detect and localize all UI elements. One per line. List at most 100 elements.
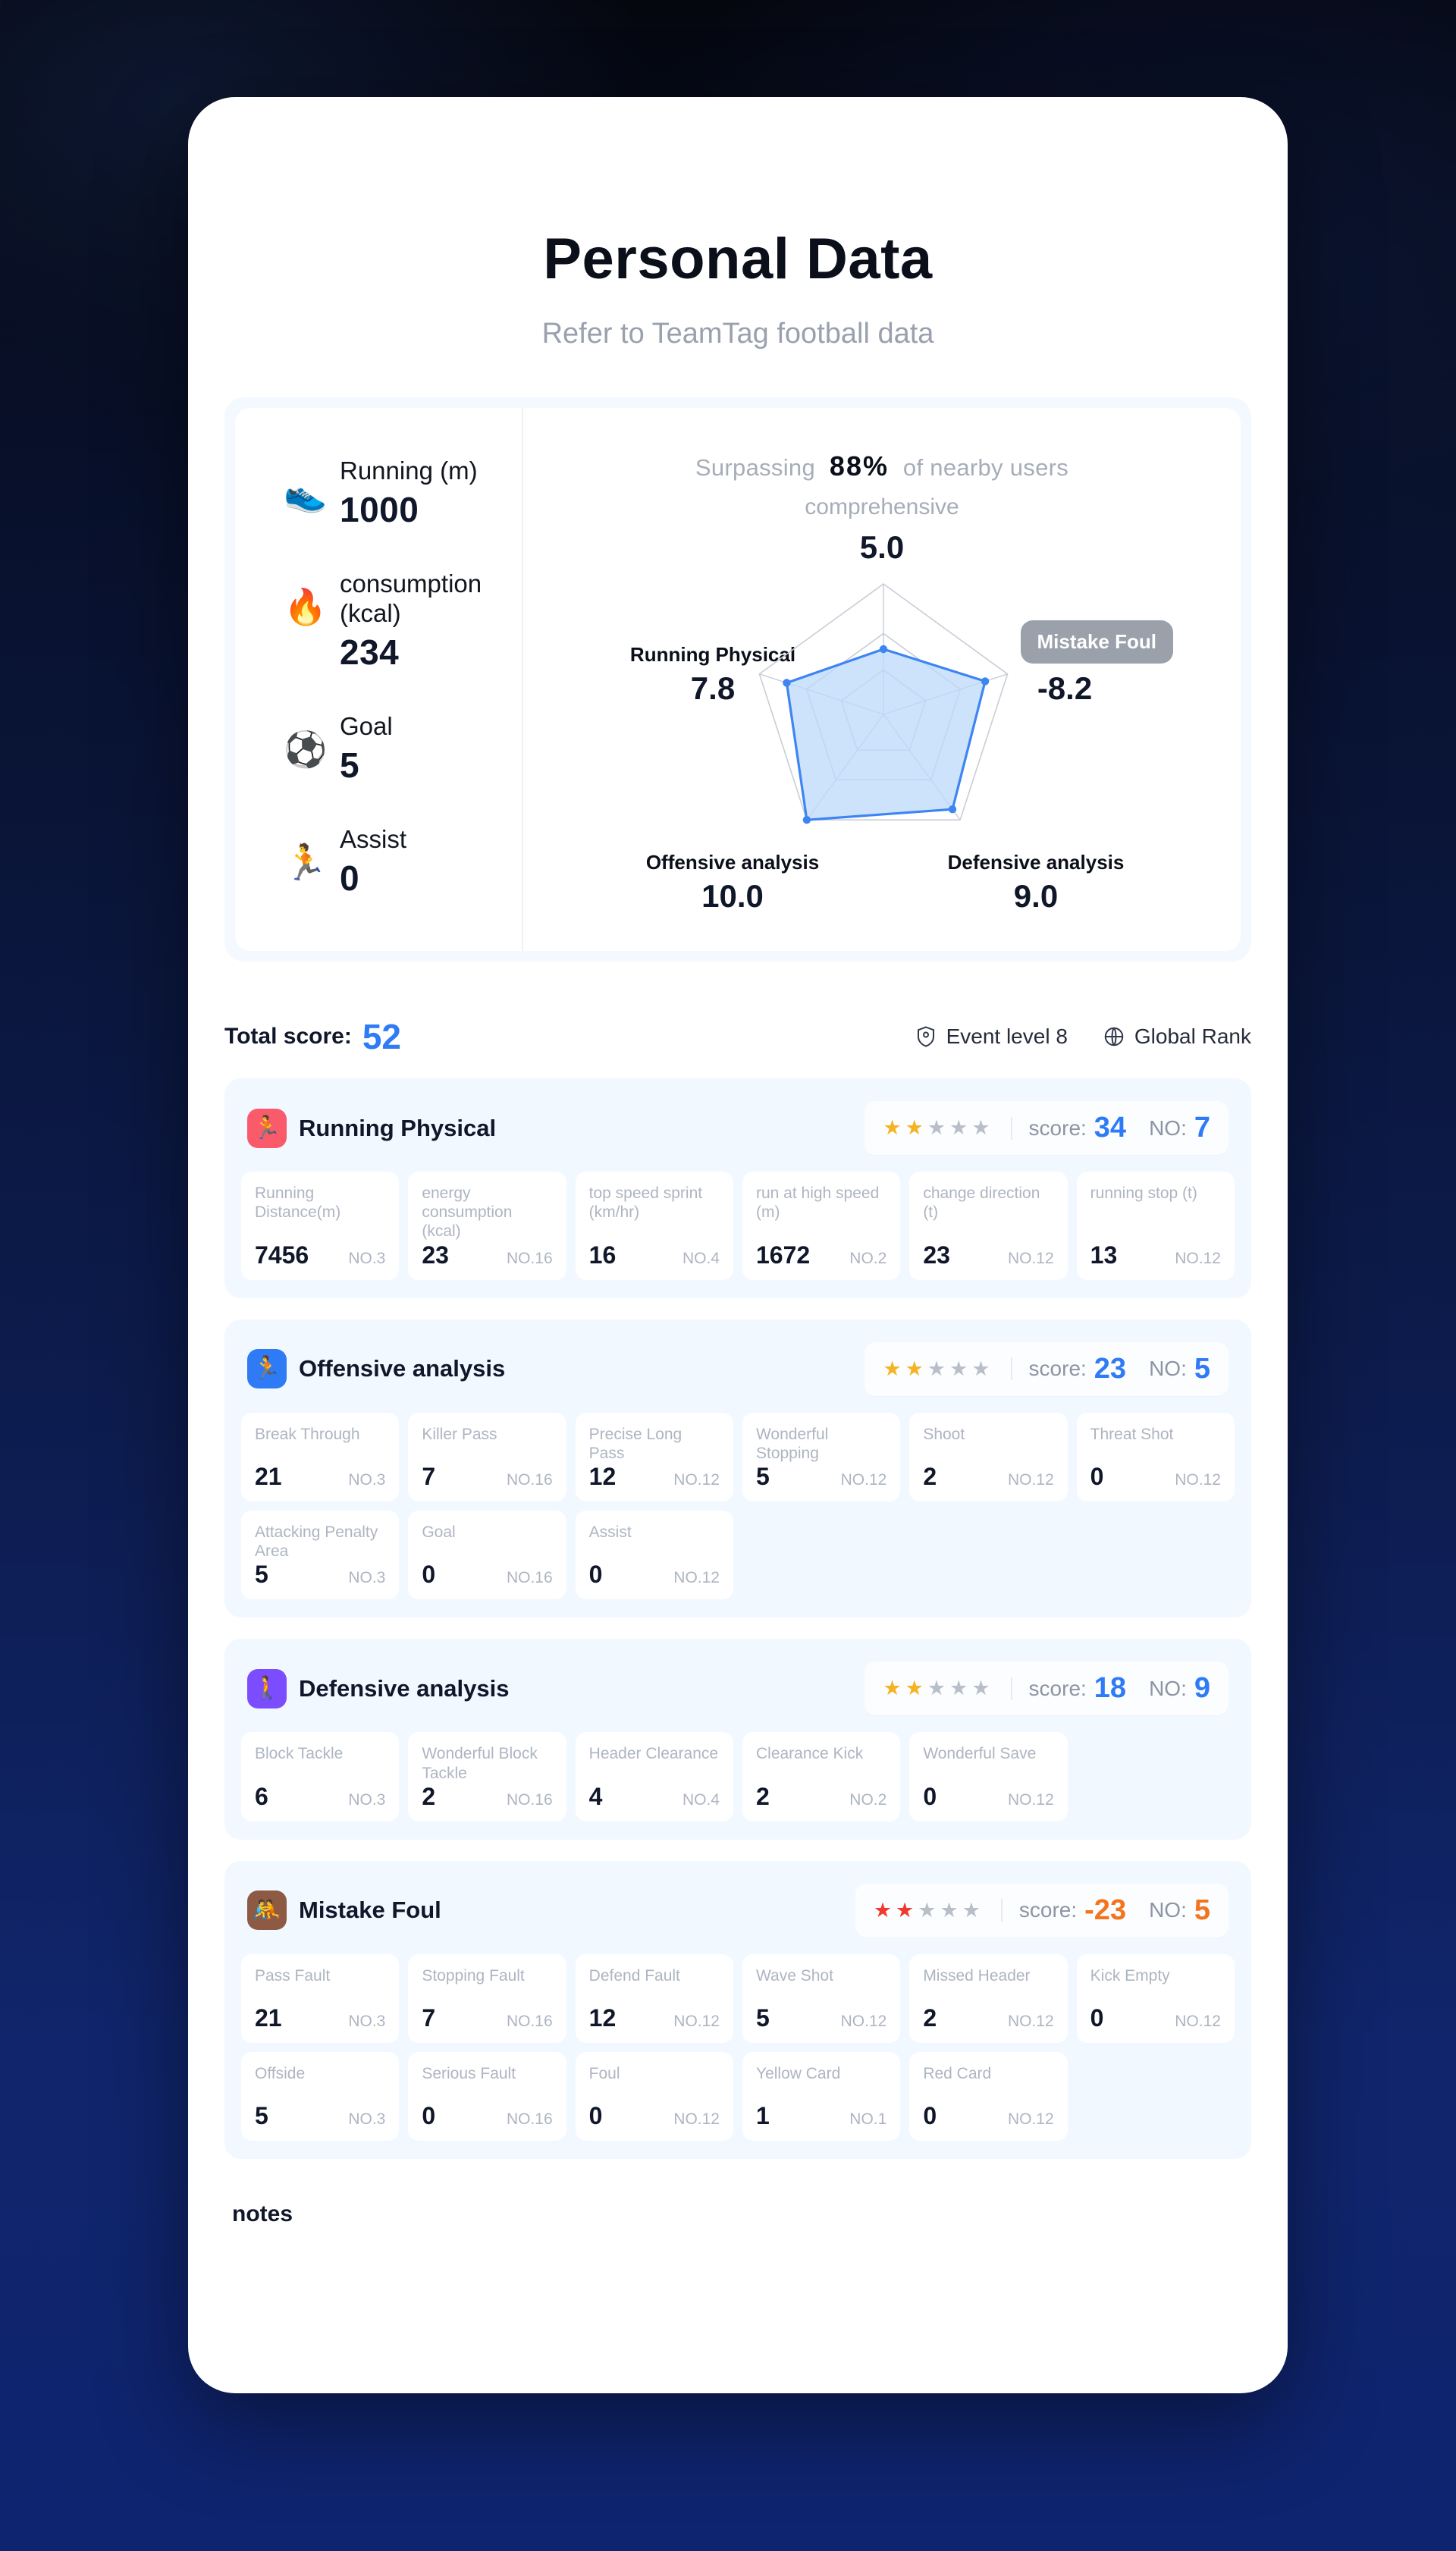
metric-grid: Pass Fault 21 NO.3 Stopping Fault 7 NO.16 Defe… <box>241 1953 1235 2141</box>
section-score-chip[interactable]: ★★★★★ score: -23 NO: 5 <box>855 1883 1228 1938</box>
metric-label: Precise Long Pass <box>588 1425 682 1462</box>
metric-cell[interactable]: Defend Fault 12 NO.12 <box>575 1953 733 2043</box>
metric-label: Shoot <box>923 1425 965 1443</box>
radar-axis-value-comprehensive: 5.0 <box>859 529 905 565</box>
stat-value: 234 <box>340 632 400 672</box>
star-icon: ★ <box>949 1116 972 1139</box>
metric-value: 23 <box>923 1241 950 1269</box>
metric-cell[interactable]: Running Distance(m) 7456 NO.3 <box>241 1172 400 1280</box>
badge-event-level[interactable]: Event level 8 <box>915 1024 1068 1049</box>
star-icon: ★ <box>927 1357 950 1380</box>
metric-label: Clearance Kick <box>755 1745 864 1763</box>
score-value: 18 <box>1094 1672 1127 1705</box>
metric-value: 2 <box>755 1782 770 1810</box>
stat-label: consumption (kcal) <box>340 569 482 627</box>
running-person-icon: 🏃 <box>247 1108 287 1148</box>
metric-cell[interactable]: Shoot 2 NO.12 <box>909 1412 1068 1501</box>
section-score-chip[interactable]: ★★★★★ score: 18 NO: 9 <box>864 1661 1228 1716</box>
star-icon: ★ <box>883 1116 905 1139</box>
metric-cell[interactable]: Wonderful Block Tackle 2 NO.16 <box>408 1732 566 1821</box>
section-running-physical: 🏃 Running Physical ★★★★★ score: 34 NO: 7 Runnin… <box>224 1078 1251 1298</box>
surpassing-prefix: Surpassing <box>695 454 815 481</box>
metric-cell[interactable]: Block Tackle 6 NO.3 <box>241 1732 400 1821</box>
metric-rank: NO.16 <box>506 2012 553 2030</box>
score-caption: score: <box>1028 1115 1087 1140</box>
star-icon: ★ <box>905 1357 927 1380</box>
star-icon: ★ <box>883 1677 905 1700</box>
metric-cell[interactable]: Kick Empty 0 NO.12 <box>1076 1953 1235 2043</box>
metric-rank: NO.2 <box>849 1790 887 1809</box>
metric-cell[interactable]: energy consumption (kcal) 23 NO.16 <box>408 1172 566 1280</box>
metric-rank: NO.3 <box>348 2012 386 2030</box>
metric-label: Assist <box>588 1523 632 1541</box>
metric-rank: NO.12 <box>840 1470 887 1489</box>
notes-label: notes <box>232 2201 293 2226</box>
metric-cell[interactable]: running stop (t) 13 NO.12 <box>1076 1172 1235 1280</box>
no-caption: NO: <box>1149 1357 1187 1381</box>
stat-label: Assist <box>340 824 407 853</box>
metric-cell[interactable]: Attacking Penalty Area 5 NO.3 <box>241 1510 400 1600</box>
metric-cell[interactable]: Pass Fault 21 NO.3 <box>241 1953 400 2043</box>
section-title: Running Physical <box>299 1114 497 1141</box>
metric-rank: NO.12 <box>673 1470 720 1489</box>
star-icon: ★ <box>927 1116 950 1139</box>
metric-cell[interactable]: Offside 5 NO.3 <box>241 2051 400 2141</box>
section-score-chip[interactable]: ★★★★★ score: 34 NO: 7 <box>864 1101 1228 1155</box>
metric-value: 12 <box>588 1462 617 1490</box>
metric-cell[interactable]: Foul 0 NO.12 <box>575 2051 733 2141</box>
stats-column: 👟 Running (m) 1000 🔥 consumption (kcal) 234 ⚽ G… <box>235 408 523 951</box>
metric-cell[interactable]: Killer Pass 7 NO.16 <box>408 1412 566 1501</box>
metric-cell[interactable]: Missed Header 2 NO.12 <box>909 1953 1068 2043</box>
section-score-chip[interactable]: ★★★★★ score: 23 NO: 5 <box>864 1341 1228 1396</box>
star-icon: ★ <box>971 1677 994 1700</box>
metric-cell[interactable]: Clearance Kick 2 NO.2 <box>742 1732 901 1821</box>
star-rating[interactable]: ★★★★★ <box>883 1357 993 1380</box>
metric-value: 2 <box>923 1462 937 1490</box>
metric-cell[interactable]: Serious Fault 0 NO.16 <box>408 2051 566 2141</box>
surpassing-percent: 88% <box>829 450 889 482</box>
metric-rank: NO.12 <box>673 2012 720 2030</box>
metric-value: 0 <box>923 1782 937 1810</box>
metric-value: 21 <box>255 1462 282 1490</box>
star-rating[interactable]: ★★★★★ <box>883 1118 993 1138</box>
metric-label: Wave Shot <box>755 1966 833 1985</box>
metric-label: Stopping Fault <box>422 1966 525 1985</box>
metric-cell[interactable]: run at high speed (m) 1672 NO.2 <box>742 1172 901 1280</box>
metric-label: top speed sprint (km/hr) <box>588 1185 703 1222</box>
metric-rank: NO.16 <box>506 1249 553 1267</box>
metric-cell[interactable]: Break Through 21 NO.3 <box>241 1412 400 1501</box>
metric-cell[interactable]: change direction (t) 23 NO.12 <box>909 1172 1068 1280</box>
star-rating[interactable]: ★★★★★ <box>883 1678 993 1699</box>
metric-cell[interactable]: Stopping Fault 7 NO.16 <box>408 1953 566 2043</box>
stat-value: 1000 <box>340 489 419 529</box>
metric-cell[interactable]: Goal 0 NO.16 <box>408 1510 566 1600</box>
metric-label: Wonderful Block Tackle <box>422 1745 538 1782</box>
metric-rank: NO.3 <box>348 1569 386 1587</box>
metric-cell[interactable]: Precise Long Pass 12 NO.12 <box>575 1412 733 1501</box>
running-person-icon: 🏃 <box>284 842 328 882</box>
metric-cell[interactable]: Yellow Card 1 NO.1 <box>742 2051 901 2141</box>
metric-rank: NO.4 <box>682 1790 720 1809</box>
metric-cell[interactable]: Wonderful Save 0 NO.12 <box>909 1732 1068 1821</box>
metric-cell[interactable]: Header Clearance 4 NO.4 <box>575 1732 733 1821</box>
metric-rank: NO.12 <box>1007 2012 1054 2030</box>
metric-cell[interactable]: Threat Shot 0 NO.12 <box>1076 1412 1235 1501</box>
no-caption: NO: <box>1149 1898 1187 1922</box>
star-icon: ★ <box>905 1116 927 1139</box>
metric-cell[interactable]: Red Card 0 NO.12 <box>909 2051 1068 2141</box>
defender-icon: 🚶 <box>247 1668 287 1709</box>
metric-grid: Break Through 21 NO.3 Killer Pass 7 NO.16 Prec… <box>241 1412 1235 1600</box>
badge-global-rank[interactable]: Global Rank <box>1103 1024 1251 1049</box>
metric-cell[interactable]: Wonderful Stopping 5 NO.12 <box>742 1412 901 1501</box>
metric-cell[interactable]: Assist 0 NO.12 <box>575 1510 733 1600</box>
radar-axis-value-offensive-analysis: 10.0 <box>701 878 764 914</box>
metric-cell[interactable]: top speed sprint (km/hr) 16 NO.4 <box>575 1172 733 1280</box>
metric-value: 2 <box>422 1782 436 1810</box>
metric-label: Missed Header <box>923 1966 1031 1985</box>
metric-rank: NO.12 <box>1007 1470 1054 1489</box>
surpassing-suffix: of nearby users <box>902 454 1069 481</box>
metric-rank: NO.12 <box>1007 1790 1054 1809</box>
star-rating[interactable]: ★★★★★ <box>874 1900 984 1921</box>
metric-rank: NO.3 <box>348 1249 386 1267</box>
metric-cell[interactable]: Wave Shot 5 NO.12 <box>742 1953 901 2043</box>
